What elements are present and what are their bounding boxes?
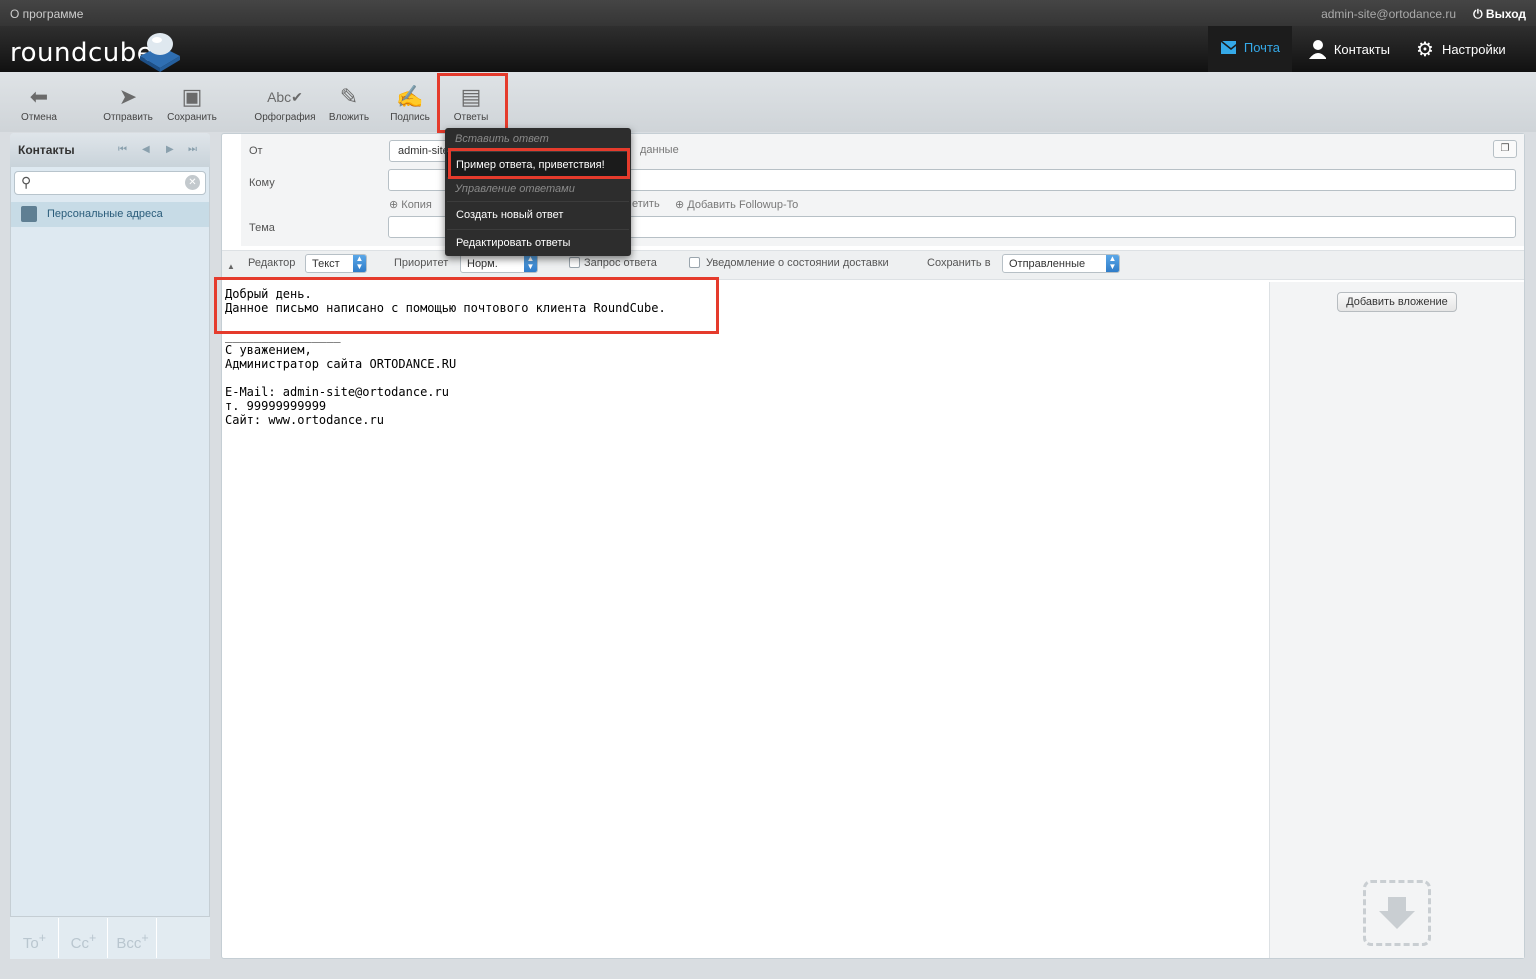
addressbook-item-personal[interactable]: Персональные адреса bbox=[11, 202, 209, 227]
saveto-select[interactable]: Отправленные ▲ ▼ bbox=[1002, 254, 1120, 273]
insert-response-header: Вставить ответ bbox=[455, 133, 549, 145]
gear-icon: ⚙ bbox=[1416, 38, 1434, 61]
select-arrows-icon: ▲ ▼ bbox=[353, 255, 366, 272]
subject-label: Тема bbox=[249, 222, 275, 234]
document-icon: ▤ bbox=[460, 84, 482, 109]
collapse-headers-icon[interactable]: ▲ bbox=[227, 262, 235, 271]
saveto-label: Сохранить в bbox=[927, 257, 991, 269]
add-bcc-label: Bcc bbox=[116, 935, 142, 952]
priority-select[interactable]: Норм. ▲ ▼ bbox=[460, 254, 538, 273]
response-item[interactable]: Пример ответа, приветствия! bbox=[447, 151, 629, 177]
about-link[interactable]: О программе bbox=[10, 7, 83, 21]
logo-cube-icon bbox=[140, 33, 180, 72]
signature-label: Подпись bbox=[390, 112, 430, 123]
add-cc-button[interactable]: Cc+ bbox=[60, 918, 108, 958]
save-box-icon: ▣ bbox=[181, 84, 203, 109]
responses-button[interactable]: ▤ Ответы bbox=[438, 82, 504, 128]
receipt-label: Запрос ответа bbox=[584, 257, 657, 269]
editor-label: Редактор bbox=[248, 257, 296, 269]
plus-circle-icon: ⊕ bbox=[675, 199, 688, 211]
logout-label: Выход bbox=[1485, 7, 1526, 21]
power-icon: ⏻ bbox=[1473, 7, 1486, 21]
send-label: Отправить bbox=[103, 112, 153, 123]
first-page-icon[interactable]: ⏮ bbox=[118, 144, 127, 155]
tab-mail[interactable]: Почта bbox=[1208, 26, 1292, 72]
cancel-label: Отмена bbox=[21, 112, 57, 123]
attachments-panel bbox=[1269, 282, 1524, 958]
contacts-panel bbox=[10, 133, 210, 959]
add-bcc-button[interactable]: Bcc+ bbox=[109, 918, 157, 958]
to-label: Кому bbox=[249, 177, 275, 189]
person-icon bbox=[1309, 40, 1326, 59]
prev-page-icon[interactable]: ◀ bbox=[142, 144, 150, 155]
logo[interactable]: roundcube bbox=[10, 38, 153, 68]
cancel-button[interactable]: ⬅ Отмена bbox=[6, 82, 72, 128]
dsn-label: Уведомление о состоянии доставки bbox=[706, 257, 889, 269]
add-to-label: To bbox=[22, 935, 39, 952]
send-button[interactable]: ➤ Отправить bbox=[95, 82, 161, 128]
priority-value: Норм. bbox=[467, 258, 498, 270]
paper-plane-icon: ➤ bbox=[118, 84, 138, 109]
next-page-icon[interactable]: ▶ bbox=[166, 144, 174, 155]
add-followup-link[interactable]: ⊕ Добавить Followup-To bbox=[675, 198, 798, 211]
tab-settings[interactable]: ⚙ Настройки bbox=[1404, 26, 1518, 72]
envelope-icon bbox=[1220, 40, 1236, 54]
contacts-search-input[interactable]: ⚲ ✕ bbox=[14, 171, 206, 195]
attach-button[interactable]: ✎ Вложить bbox=[316, 82, 382, 128]
edit-responses-item[interactable]: Редактировать ответы bbox=[447, 229, 629, 255]
add-cc-link[interactable]: ⊕ Копия bbox=[389, 198, 432, 211]
editor-select[interactable]: Текст ▲ ▼ bbox=[305, 254, 367, 273]
add-replyto-link[interactable]: етить bbox=[632, 198, 660, 210]
dsn-checkbox[interactable] bbox=[689, 257, 700, 268]
edit-identity-link[interactable]: данные bbox=[640, 144, 679, 156]
save-label: Сохранить bbox=[167, 112, 217, 123]
tab-contacts[interactable]: Контакты bbox=[1296, 26, 1402, 72]
priority-label: Приоритет bbox=[394, 257, 449, 269]
from-select[interactable]: admin-site@ortodance.ru bbox=[389, 140, 449, 162]
select-arrows-icon: ▲ ▼ bbox=[1106, 255, 1119, 272]
receipt-checkbox[interactable] bbox=[569, 257, 580, 268]
select-arrows-icon: ▲ ▼ bbox=[524, 255, 537, 272]
add-cc-label: Cc bbox=[70, 935, 90, 952]
add-cc-link-label: Копия bbox=[401, 199, 432, 211]
plus-circle-icon: ⊕ bbox=[389, 199, 402, 211]
tab-mail-label: Почта bbox=[1243, 40, 1280, 55]
message-body-textarea[interactable]: Добрый день. Данное письмо написано с по… bbox=[225, 287, 1265, 427]
fullscreen-icon[interactable]: ❐ bbox=[1493, 140, 1517, 158]
search-icon: ⚲ bbox=[21, 174, 32, 190]
addressbook-label: Персональные адреса bbox=[47, 208, 163, 220]
top-bar: О программе admin-site@ortodance.ru ⏻ Вы… bbox=[0, 0, 1536, 26]
responses-label: Ответы bbox=[453, 112, 489, 123]
tab-settings-label: Настройки bbox=[1441, 41, 1506, 57]
pen-icon: ✍ bbox=[396, 84, 424, 109]
spellcheck-icon: Abc✔ bbox=[267, 89, 303, 105]
attachment-dropzone[interactable] bbox=[1363, 880, 1431, 946]
tab-contacts-label: Контакты bbox=[1333, 41, 1390, 57]
spell-label: Орфография bbox=[254, 112, 316, 123]
create-response-item[interactable]: Создать новый ответ bbox=[447, 201, 629, 227]
toolbar bbox=[0, 72, 1536, 132]
editor-value: Текст bbox=[312, 258, 340, 270]
user-email: admin-site@ortodance.ru bbox=[1321, 7, 1456, 21]
clear-search-icon[interactable]: ✕ bbox=[185, 175, 200, 190]
logout-link[interactable]: ⏻ Выход bbox=[1473, 7, 1526, 22]
download-arrow-icon bbox=[1379, 897, 1415, 929]
last-page-icon[interactable]: ⏭ bbox=[188, 144, 197, 155]
add-to-button[interactable]: To+ bbox=[11, 918, 59, 958]
save-button[interactable]: ▣ Сохранить bbox=[159, 82, 225, 128]
saveto-value: Отправленные bbox=[1009, 258, 1086, 270]
from-label: От bbox=[249, 145, 263, 157]
contacts-panel-title: Контакты bbox=[18, 143, 75, 157]
paperclip-icon: ✎ bbox=[339, 84, 359, 109]
add-followup-label: Добавить Followup-To bbox=[687, 199, 799, 211]
signature-button[interactable]: ✍ Подпись bbox=[377, 82, 443, 128]
spellcheck-button[interactable]: Abc✔ Орфография bbox=[252, 82, 318, 128]
addressbook-icon bbox=[21, 206, 37, 222]
manage-responses-header: Управление ответами bbox=[455, 183, 575, 195]
back-arrow-icon: ⬅ bbox=[29, 84, 49, 109]
add-attachment-button[interactable]: Добавить вложение bbox=[1337, 292, 1457, 312]
attach-label: Вложить bbox=[328, 112, 370, 123]
